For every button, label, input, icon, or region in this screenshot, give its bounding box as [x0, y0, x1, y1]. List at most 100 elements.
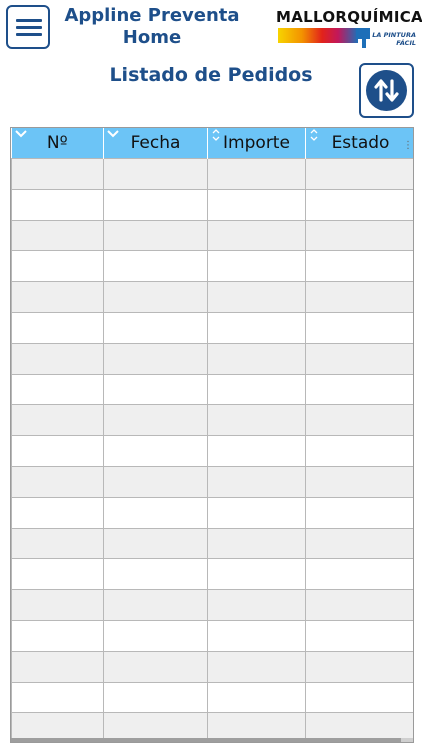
table-cell[interactable] — [305, 527, 413, 560]
table-cell[interactable] — [103, 342, 208, 375]
table-cell[interactable] — [305, 311, 413, 344]
table-cell[interactable] — [11, 619, 104, 652]
table-cell[interactable] — [305, 589, 413, 621]
table-cell[interactable] — [305, 619, 413, 652]
table-cell[interactable] — [207, 404, 306, 437]
table-cell[interactable] — [103, 281, 208, 313]
table-cell[interactable] — [11, 650, 104, 683]
table-cell[interactable] — [305, 650, 413, 683]
table-cell[interactable] — [305, 681, 413, 714]
table-cell[interactable] — [207, 465, 306, 498]
table-row[interactable] — [11, 619, 413, 652]
table-row[interactable] — [11, 281, 413, 313]
table-cell[interactable] — [103, 250, 208, 283]
horizontal-scrollbar[interactable] — [11, 738, 413, 742]
table-cell[interactable] — [103, 558, 208, 591]
table-cell[interactable] — [11, 496, 104, 529]
table-cell[interactable] — [11, 250, 104, 283]
table-cell[interactable] — [11, 527, 104, 560]
table-row[interactable] — [11, 496, 413, 529]
column-resize-handle[interactable]: ⋮ — [403, 140, 413, 151]
sort-updown-icon[interactable] — [212, 129, 220, 141]
table-cell[interactable] — [103, 619, 208, 652]
table-cell[interactable] — [103, 188, 208, 221]
table-cell[interactable] — [305, 404, 413, 437]
table-row[interactable] — [11, 311, 413, 344]
table-cell[interactable] — [305, 219, 413, 252]
table-row[interactable] — [11, 527, 413, 560]
column-header-numero[interactable]: Nº — [11, 128, 104, 159]
table-row[interactable] — [11, 373, 413, 406]
column-header-estado[interactable]: Estado ⋮ — [305, 128, 413, 159]
column-header-importe[interactable]: Importe — [207, 128, 306, 159]
chevron-down-icon[interactable] — [107, 130, 119, 138]
table-cell[interactable] — [103, 496, 208, 529]
table-cell[interactable] — [207, 619, 306, 652]
table-cell[interactable] — [305, 158, 413, 190]
table-row[interactable] — [11, 404, 413, 437]
table-cell[interactable] — [305, 342, 413, 375]
table-cell[interactable] — [11, 558, 104, 591]
table-cell[interactable] — [207, 650, 306, 683]
table-row[interactable] — [11, 650, 413, 683]
table-cell[interactable] — [207, 342, 306, 375]
table-cell[interactable] — [103, 373, 208, 406]
table-cell[interactable] — [11, 219, 104, 252]
table-cell[interactable] — [305, 558, 413, 591]
table-cell[interactable] — [207, 158, 306, 190]
table-cell[interactable] — [207, 373, 306, 406]
column-header-fecha[interactable]: Fecha — [103, 128, 208, 159]
table-cell[interactable] — [103, 527, 208, 560]
table-row[interactable] — [11, 219, 413, 252]
table-cell[interactable] — [207, 188, 306, 221]
table-cell[interactable] — [11, 158, 104, 190]
chevron-down-icon[interactable] — [14, 130, 27, 138]
table-cell[interactable] — [11, 373, 104, 406]
table-row[interactable] — [11, 681, 413, 714]
table-cell[interactable] — [11, 281, 104, 313]
scrollbar-thumb[interactable] — [11, 738, 401, 742]
table-cell[interactable] — [207, 219, 306, 252]
table-cell[interactable] — [103, 404, 208, 437]
table-cell[interactable] — [207, 281, 306, 313]
table-cell[interactable] — [11, 435, 104, 467]
table-cell[interactable] — [207, 311, 306, 344]
table-cell[interactable] — [305, 188, 413, 221]
table-cell[interactable] — [103, 589, 208, 621]
table-row[interactable] — [11, 250, 413, 283]
table-cell[interactable] — [11, 681, 104, 714]
table-row[interactable] — [11, 158, 413, 190]
table-cell[interactable] — [207, 496, 306, 529]
table-row[interactable] — [11, 188, 413, 221]
table-cell[interactable] — [11, 188, 104, 221]
table-cell[interactable] — [103, 219, 208, 252]
table-cell[interactable] — [207, 527, 306, 560]
sort-button[interactable] — [359, 63, 414, 118]
table-cell[interactable] — [103, 435, 208, 467]
table-row[interactable] — [11, 558, 413, 591]
table-cell[interactable] — [103, 311, 208, 344]
table-cell[interactable] — [11, 342, 104, 375]
table-cell[interactable] — [305, 465, 413, 498]
table-cell[interactable] — [103, 681, 208, 714]
table-row[interactable] — [11, 589, 413, 621]
table-cell[interactable] — [11, 465, 104, 498]
sort-updown-icon[interactable] — [310, 129, 318, 141]
table-cell[interactable] — [305, 281, 413, 313]
table-cell[interactable] — [103, 465, 208, 498]
table-cell[interactable] — [305, 373, 413, 406]
table-cell[interactable] — [11, 404, 104, 437]
table-cell[interactable] — [305, 435, 413, 467]
table-cell[interactable] — [207, 250, 306, 283]
table-cell[interactable] — [207, 589, 306, 621]
table-cell[interactable] — [207, 558, 306, 591]
table-cell[interactable] — [103, 158, 208, 190]
table-row[interactable] — [11, 435, 413, 467]
table-cell[interactable] — [305, 250, 413, 283]
table-cell[interactable] — [305, 496, 413, 529]
table-row[interactable] — [11, 342, 413, 375]
menu-button[interactable] — [6, 5, 50, 49]
table-cell[interactable] — [207, 681, 306, 714]
table-row[interactable] — [11, 465, 413, 498]
table-cell[interactable] — [103, 650, 208, 683]
